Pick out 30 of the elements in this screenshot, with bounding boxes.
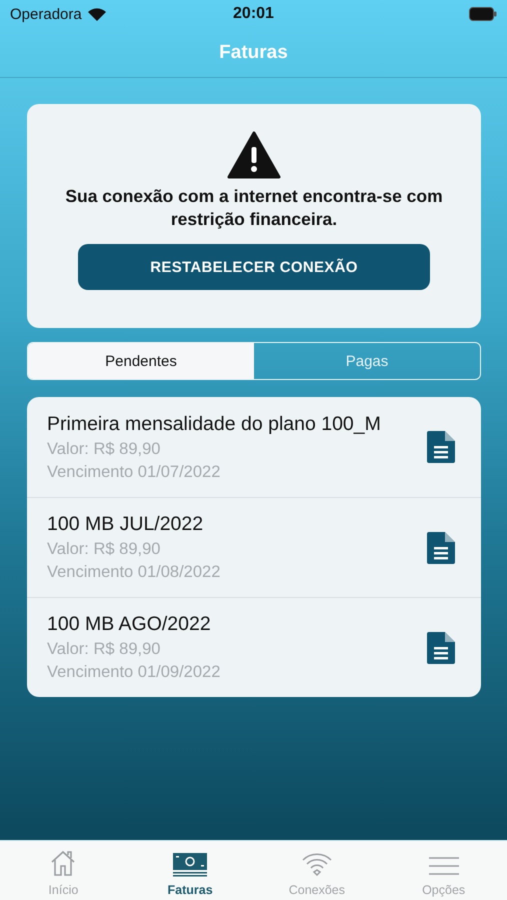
menu-icon: [428, 855, 459, 877]
invoice-value: Valor: R$ 89,90: [47, 640, 162, 659]
wifi-icon: [300, 851, 333, 877]
status-time: 20:01: [233, 5, 274, 23]
segment-tab[interactable]: Pagas: [254, 343, 480, 379]
home-icon: [49, 849, 78, 877]
invoice-title: Primeira mensalidade do plano 100_M: [47, 412, 382, 436]
invoice-due-date: Vencimento 01/07/2022: [47, 462, 222, 482]
document-icon[interactable]: [427, 431, 455, 463]
document-icon[interactable]: [427, 632, 455, 664]
segment-tab[interactable]: Pendentes: [28, 343, 254, 379]
page-title: Faturas: [219, 42, 288, 64]
invoice-title: 100 MB AGO/2022: [47, 613, 212, 636]
invoice-due-date: Vencimento 01/09/2022: [47, 663, 222, 682]
restore-connection-button[interactable]: RESTABELECER CONEXÃO: [78, 244, 430, 290]
document-icon[interactable]: [427, 532, 455, 564]
tab-bar-item[interactable]: Opções: [380, 841, 507, 900]
wifi-signal-icon: [88, 7, 106, 21]
invoice-value: Valor: R$ 89,90: [47, 540, 162, 559]
invoice-due-date: Vencimento 01/08/2022: [47, 563, 222, 582]
tab-bar-item[interactable]: Início: [0, 841, 127, 900]
invoice-title: 100 MB JUL/2022: [47, 513, 204, 536]
battery-icon: [469, 7, 497, 21]
carrier-name: Operadora: [10, 6, 82, 22]
warning-icon: [227, 131, 281, 179]
tab-bar-item[interactable]: Conexões: [254, 841, 380, 900]
invoice-value: Valor: R$ 89,90: [47, 440, 162, 458]
alert-message: Sua conexão com a internet encontra-se com restrição financeira.: [64, 185, 444, 231]
banknote-icon: [173, 853, 208, 877]
tab-bar-item[interactable]: Faturas: [126, 841, 254, 900]
